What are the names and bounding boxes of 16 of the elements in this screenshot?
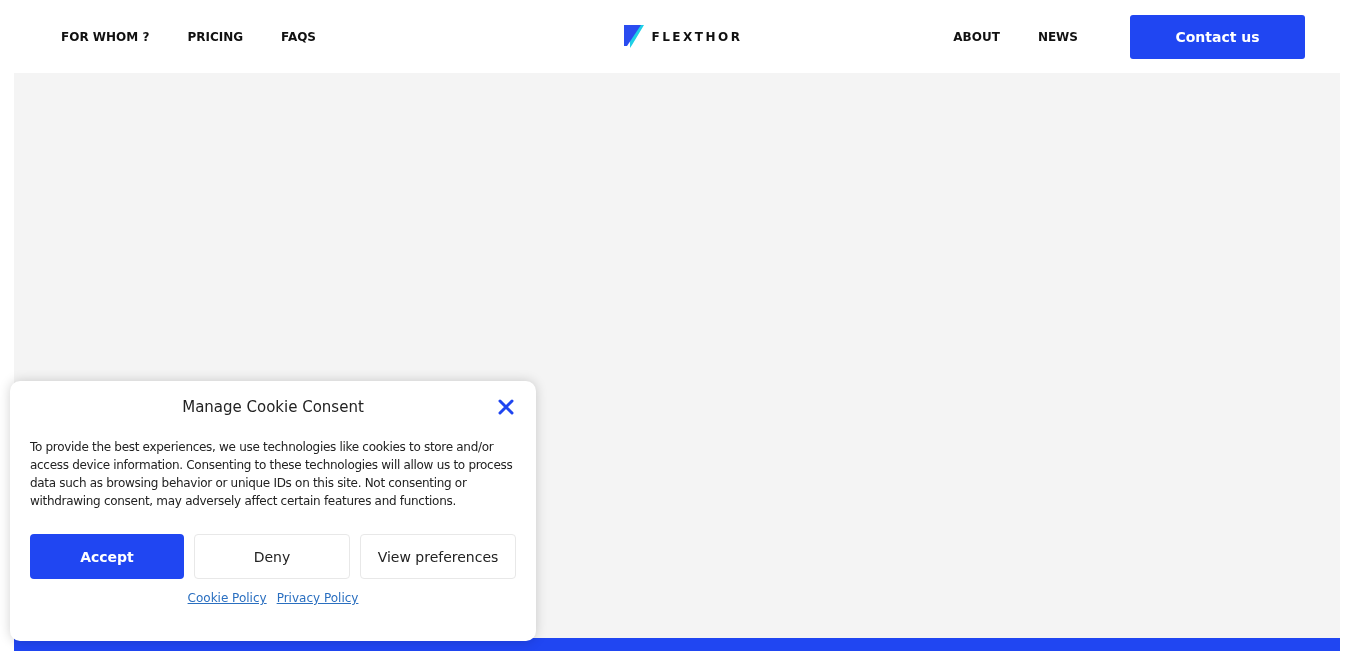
nav-link[interactable]: PRICING [187, 29, 244, 44]
consent-button[interactable]: View preferences [360, 534, 516, 579]
nav-link[interactable]: ABOUT [953, 29, 1000, 44]
policy-link[interactable]: Privacy Policy [276, 591, 359, 605]
nav-link[interactable]: NEWS [1037, 29, 1078, 44]
logo-icon [623, 25, 644, 48]
nav-link[interactable]: FAQS [281, 29, 316, 44]
consent-text: To provide the best experiences, we use technologies like cookies to store and/or access device information. Consenting to these technologies will allow us to process data such as browsing behavior or unique IDs on this site. Not consenting or withdrawing consent, may adversely affect certain features and functions. [30, 439, 514, 510]
policy-link[interactable]: Cookie Policy [187, 591, 267, 605]
nav-link[interactable]: FOR WHOM ? [61, 29, 150, 44]
dialog-title: Manage Cookie Consent [182, 398, 364, 416]
close-icon[interactable] [498, 399, 514, 415]
contact-button[interactable]: Contact us [1130, 14, 1305, 59]
consent-button[interactable]: Deny [194, 534, 350, 579]
consent-button[interactable]: Accept [30, 534, 184, 579]
logo[interactable]: FLEXTHOR [623, 25, 743, 48]
